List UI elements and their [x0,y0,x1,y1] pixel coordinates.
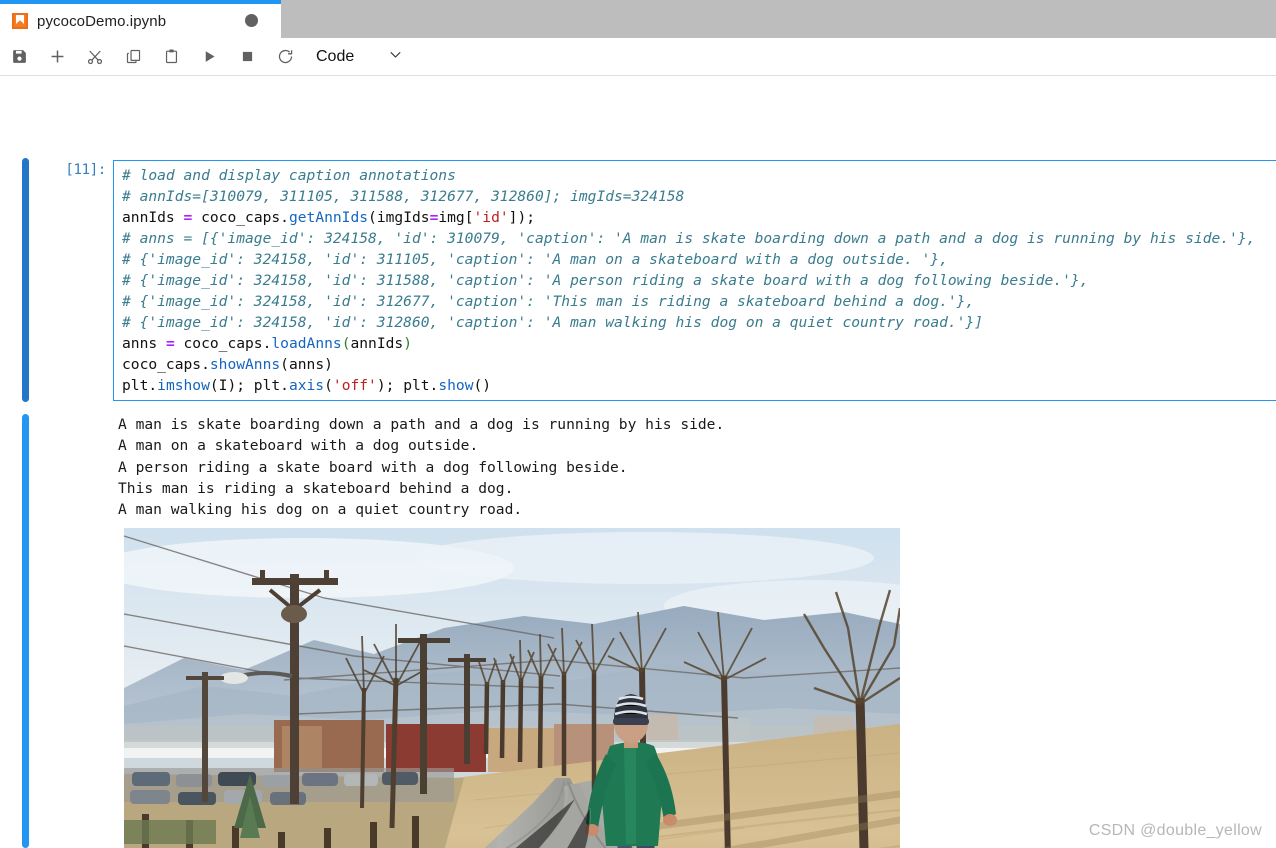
notebook-panel[interactable]: [11]: # load and display caption annotat… [0,76,1276,848]
play-icon [202,49,217,64]
plus-icon [48,47,67,66]
matplotlib-figure [124,528,900,848]
unsaved-dot-icon[interactable] [245,14,258,27]
scissors-icon [86,48,104,66]
tab-title: pycocoDemo.ipynb [37,12,167,30]
copy-button[interactable] [114,39,152,75]
run-button[interactable] [190,39,228,75]
code-line: # load and display caption annotations [122,167,456,184]
input-cell-marker[interactable] [22,158,29,402]
code-line: coco_caps.showAnns(anns) [122,356,333,373]
save-icon [11,48,28,65]
output-line: A man is skate boarding down a path and … [118,416,725,433]
output-stream-text: A man is skate boarding down a path and … [118,414,724,520]
copy-icon [125,48,142,65]
cut-button[interactable] [76,39,114,75]
cell-type-value: Code [316,47,355,65]
output-line: This man is riding a skateboard behind a… [118,479,514,497]
code-line: # {'image_id': 324158, 'id': 311588, 'ca… [122,272,1089,289]
code-editor[interactable]: # load and display caption annotations # … [113,160,1276,401]
watermark: CSDN @double_yellow [1088,822,1262,839]
clipboard-icon [163,48,180,65]
notebook-tab[interactable]: pycocoDemo.ipynb [0,0,281,38]
output-cell-marker[interactable] [22,414,29,848]
code-line: # annIds=[310079, 311105, 311588, 312677… [122,188,685,205]
save-button[interactable] [0,39,38,75]
notebook-icon [12,13,28,29]
notebook-toolbar: Code [0,38,1276,76]
paste-button[interactable] [152,39,190,75]
insert-cell-button[interactable] [38,39,76,75]
chevron-down-icon [388,47,403,67]
code-line: # anns = [{'image_id': 324158, 'id': 310… [122,230,1256,247]
code-line: anns = coco_caps.loadAnns(annIds) [122,335,412,352]
restart-kernel-button[interactable] [266,39,304,75]
figure-image [124,528,900,848]
input-prompt: [11]: [65,162,106,178]
restart-icon [277,48,294,65]
cell-type-select[interactable]: Code [316,42,403,72]
code-line: # {'image_id': 324158, 'id': 312860, 'ca… [122,314,984,331]
code-line: # {'image_id': 324158, 'id': 311105, 'ca… [122,251,948,268]
output-line: A man on a skateboard with a dog outside… [118,437,479,455]
output-line: A man walking his dog on a quiet country… [118,501,523,519]
code-line: annIds = coco_caps.getAnnIds(imgIds=img[… [122,209,536,226]
tab-bar: pycocoDemo.ipynb [0,0,1276,38]
code-line: # {'image_id': 324158, 'id': 312677, 'ca… [122,293,975,310]
jupyterlab-window: pycocoDemo.ipynb Code [11]: # load and d… [0,0,1276,848]
stop-button[interactable] [228,39,266,75]
code-line: plt.imshow(I); plt.axis('off'); plt.show… [122,377,492,394]
code-source[interactable]: # load and display caption annotations # … [114,161,1276,396]
output-line: A person riding a skate board with a dog… [118,458,628,476]
square-stop-icon [241,50,254,63]
